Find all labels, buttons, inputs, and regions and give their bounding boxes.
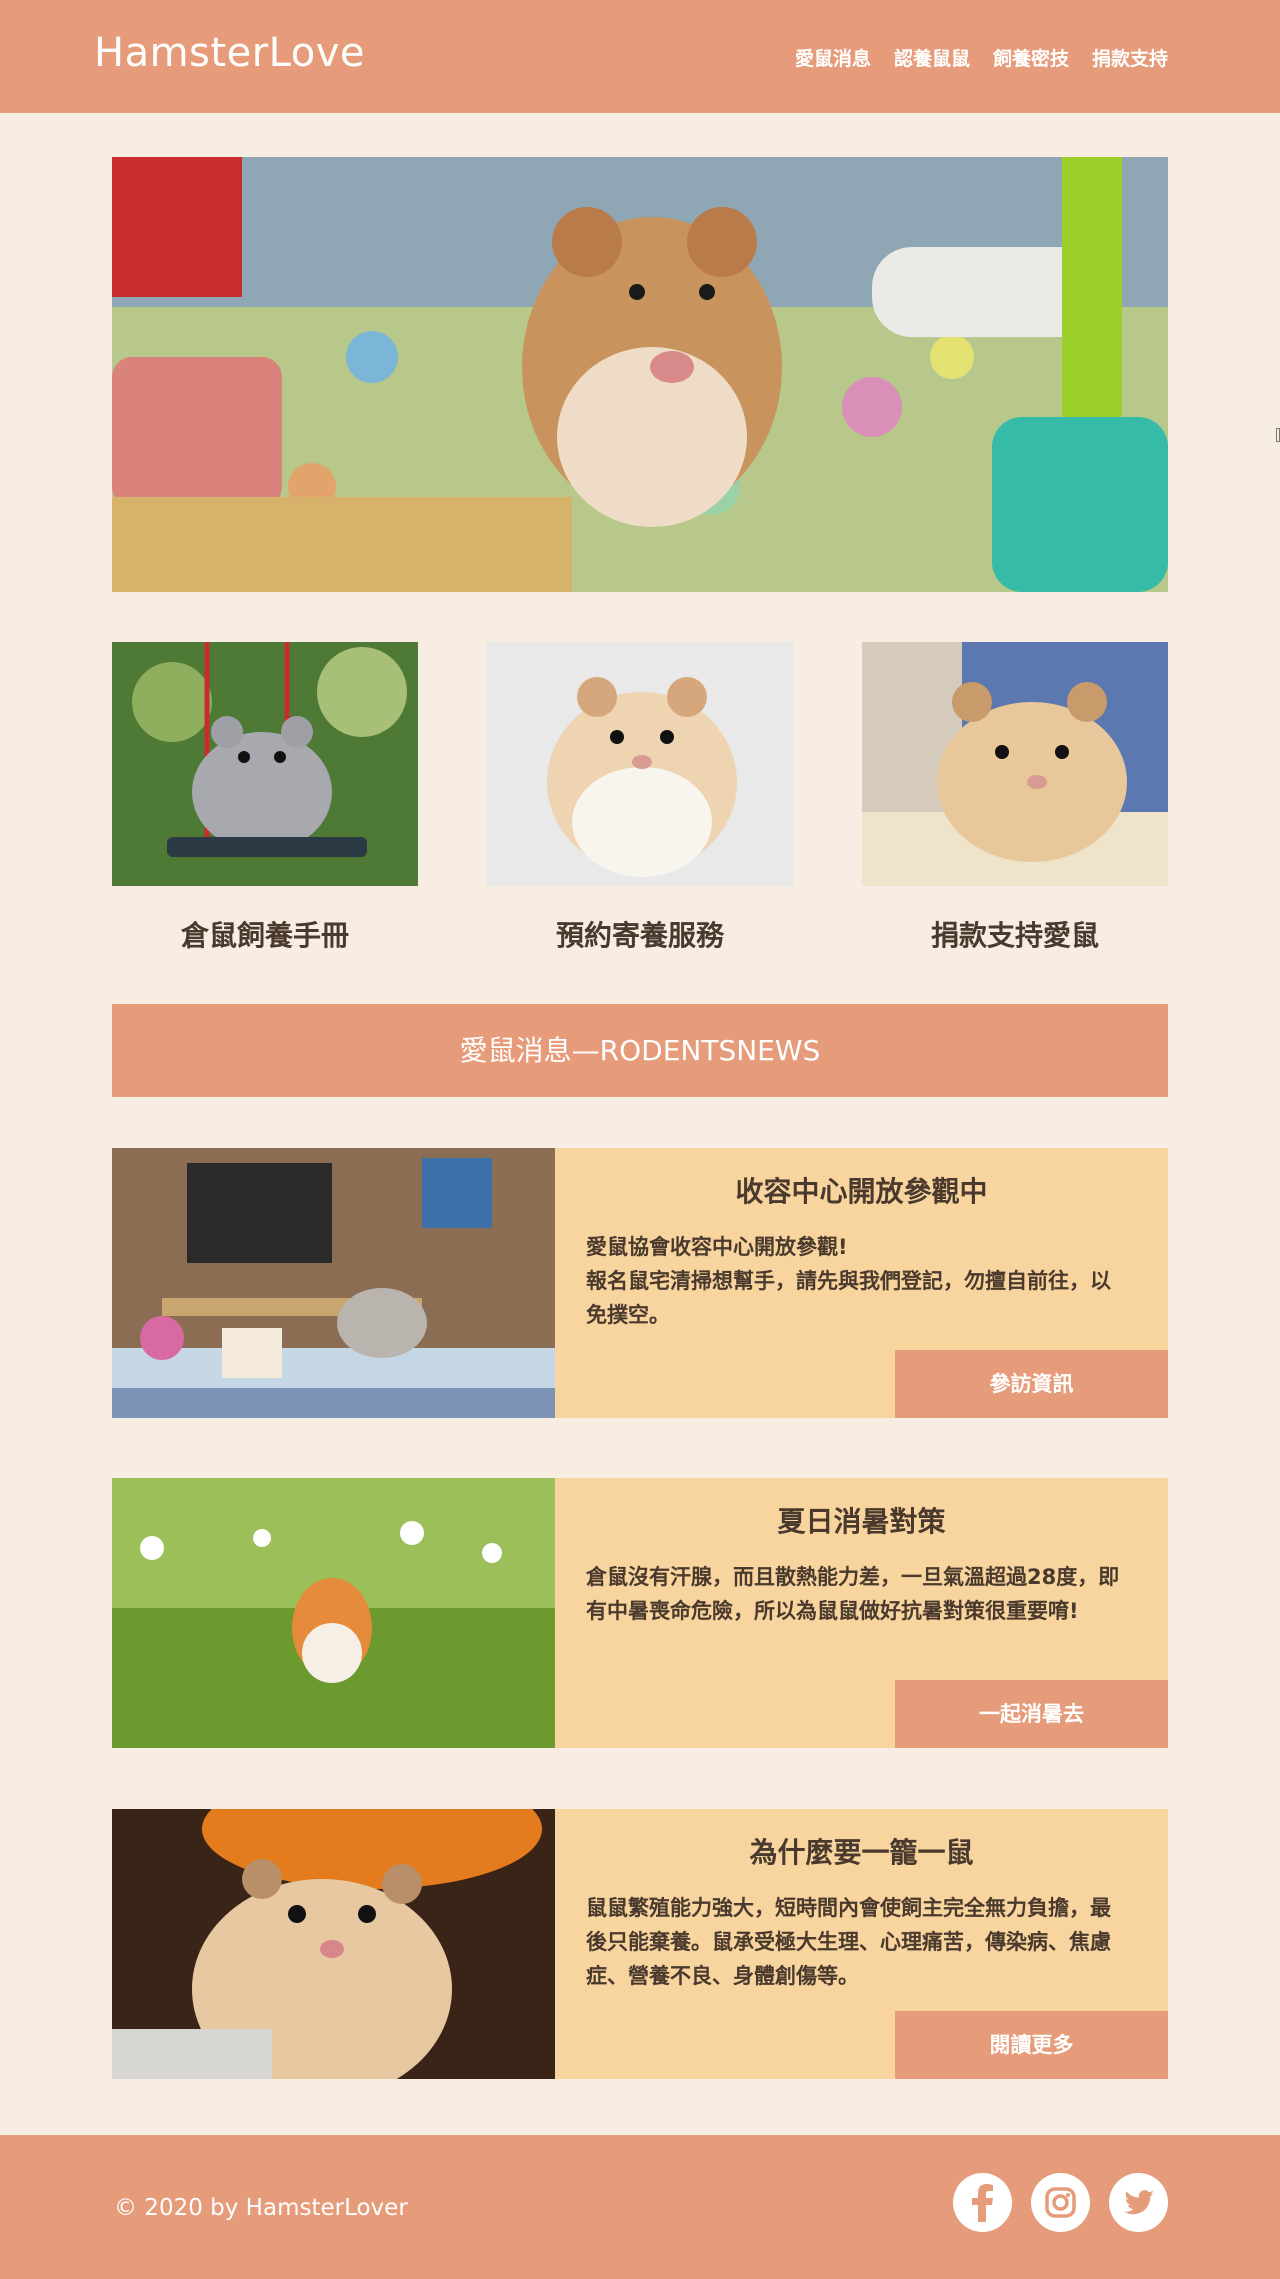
nav-item-adopt[interactable]: 認養鼠鼠 xyxy=(894,44,970,71)
hero-image xyxy=(112,157,1168,592)
news-text: 愛鼠協會收容中心開放參觀! 報名鼠宅清掃想幫手，請先與我們登記，勿擅自前往，以免… xyxy=(586,1235,1111,1327)
instagram-icon[interactable] xyxy=(1031,2173,1090,2232)
news-image-hamster-grass xyxy=(112,1478,555,1748)
news-image-hamster-closeup xyxy=(112,1809,555,2079)
news-item: 為什麼要一籠一鼠 鼠鼠繁殖能力強大，短時間內會使飼主完全無力負擔，最後只能棄養。… xyxy=(112,1809,1168,2079)
card-image-hamster-bedding xyxy=(862,642,1168,886)
cool-down-button[interactable]: 一起消暑去 xyxy=(895,1680,1168,1748)
twitter-icon[interactable] xyxy=(1109,2173,1168,2232)
copyright-text: © 2020 by HamsterLover xyxy=(114,2195,408,2221)
news-item: 夏日消暑對策 倉鼠沒有汗腺，而且散熱能力差，一旦氣溫超過28度，即有中暑喪命危險… xyxy=(112,1478,1168,1748)
news-text: 倉鼠沒有汗腺，而且散熱能力差，一旦氣溫超過28度，即有中暑喪命危險，所以為鼠鼠做… xyxy=(586,1565,1120,1623)
news-title: 夏日消暑對策 xyxy=(777,1505,946,1538)
card-image-hamster-white xyxy=(487,642,793,886)
card-title[interactable]: 倉鼠飼養手冊 xyxy=(112,914,418,954)
nav-item-news[interactable]: 愛鼠消息 xyxy=(795,44,871,71)
card-image-hamster-swing xyxy=(112,642,418,886)
news-item: 收容中心開放參觀中 愛鼠協會收容中心開放參觀! 報名鼠宅清掃想幫手，請先與我們登… xyxy=(112,1148,1168,1418)
site-footer: © 2020 by HamsterLover xyxy=(0,2135,1280,2279)
news-section-banner: 愛鼠消息—RODENTSNEWS xyxy=(112,1004,1168,1097)
visit-info-button[interactable]: 參訪資訊 xyxy=(895,1350,1168,1418)
card-title[interactable]: 捐款支持愛鼠 xyxy=(862,914,1168,954)
nav-item-donate[interactable]: 捐款支持 xyxy=(1092,44,1168,71)
news-image-cafe-hamster xyxy=(112,1148,555,1418)
news-title: 收容中心開放參觀中 xyxy=(735,1175,988,1208)
social-links xyxy=(953,2173,1168,2232)
scrollbar-handle[interactable] xyxy=(1276,428,1280,442)
feature-card-care-manual[interactable]: 倉鼠飼養手冊 xyxy=(112,642,418,954)
news-text: 鼠鼠繁殖能力強大，短時間內會使飼主完全無力負擔，最後只能棄養。鼠承受極大生理、心… xyxy=(586,1896,1111,1988)
feature-card-donate[interactable]: 捐款支持愛鼠 xyxy=(862,642,1168,954)
feature-card-boarding[interactable]: 預約寄養服務 xyxy=(487,642,793,954)
card-title[interactable]: 預約寄養服務 xyxy=(487,914,793,954)
news-title: 為什麼要一籠一鼠 xyxy=(749,1836,974,1869)
facebook-icon[interactable] xyxy=(953,2173,1012,2232)
site-header: HamsterLove 愛鼠消息 認養鼠鼠 飼養密技 捐款支持 xyxy=(0,0,1280,113)
site-logo[interactable]: HamsterLove xyxy=(94,30,365,76)
nav-item-care-tips[interactable]: 飼養密技 xyxy=(993,44,1069,71)
main-nav: 愛鼠消息 認養鼠鼠 飼養密技 捐款支持 xyxy=(795,44,1168,71)
read-more-button[interactable]: 閱讀更多 xyxy=(895,2011,1168,2079)
